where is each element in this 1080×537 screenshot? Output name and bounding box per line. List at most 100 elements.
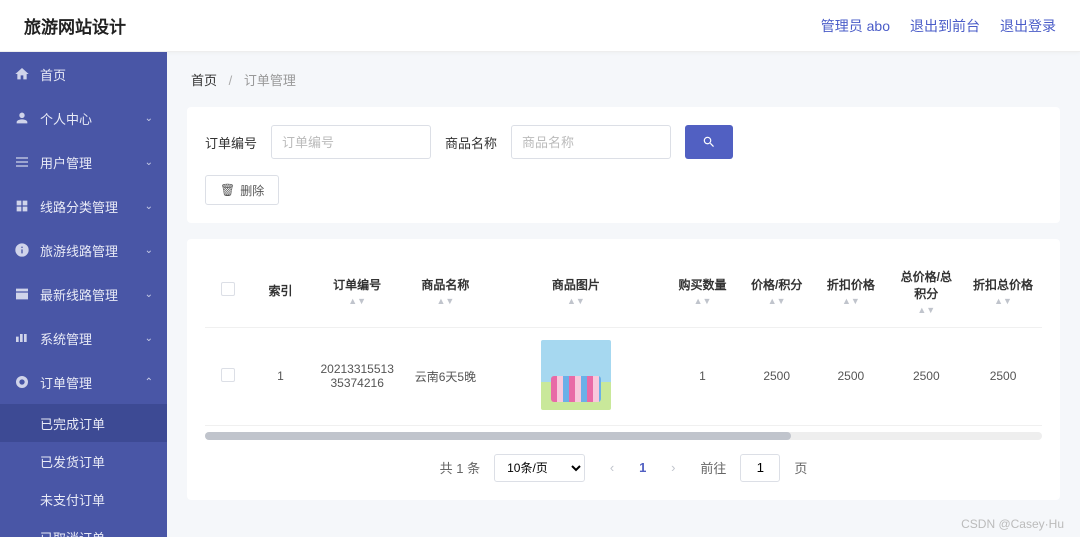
col-discount-total[interactable]: 折扣总价格▲▼	[965, 257, 1042, 327]
filter-card: 订单编号 商品名称 🗑 删除	[187, 107, 1060, 223]
home-icon	[14, 66, 30, 82]
cell-qty: 1	[665, 327, 739, 425]
cell-paytype: 现金	[1041, 327, 1042, 425]
table-scroll[interactable]: 索引 订单编号▲▼ 商品名称▲▼ 商品图片▲▼ 购买数量▲▼ 价格/积分▲▼ 折…	[205, 257, 1042, 426]
sidebar-item-home[interactable]: 首页	[0, 52, 167, 96]
sidebar-item-label: 订单管理	[40, 373, 92, 392]
breadcrumb-current: 订单管理	[244, 73, 296, 88]
chevron-down-icon: ⌄	[145, 157, 153, 168]
col-price[interactable]: 价格/积分▲▼	[740, 257, 814, 327]
col-discount-price[interactable]: 折扣价格▲▼	[814, 257, 888, 327]
chevron-down-icon: ⌄	[145, 113, 153, 124]
category-icon	[14, 198, 30, 214]
cell-total: 2500	[888, 327, 965, 425]
col-index[interactable]: 索引	[251, 257, 310, 327]
cell-index: 1	[251, 327, 310, 425]
horizontal-scrollbar[interactable]	[205, 432, 1042, 440]
filter-orderno-label: 订单编号	[205, 133, 257, 152]
col-checkbox[interactable]	[205, 257, 251, 327]
col-image[interactable]: 商品图片▲▼	[486, 257, 665, 327]
sort-icon: ▲▼	[413, 297, 479, 306]
sidebar-item-label: 系统管理	[40, 329, 92, 348]
sidebar-sub-shipped[interactable]: 已发货订单	[0, 442, 167, 480]
sort-icon: ▲▼	[673, 297, 731, 306]
search-button[interactable]	[685, 125, 733, 159]
users-icon	[14, 154, 30, 170]
delete-button[interactable]: 🗑 删除	[205, 175, 279, 205]
row-checkbox[interactable]	[221, 368, 235, 382]
sort-icon: ▲▼	[822, 297, 880, 306]
breadcrumb-sep: /	[229, 73, 233, 88]
table-card: 索引 订单编号▲▼ 商品名称▲▼ 商品图片▲▼ 购买数量▲▼ 价格/积分▲▼ 折…	[187, 239, 1060, 500]
chevron-down-icon: ⌄	[145, 289, 153, 300]
exit-front-link[interactable]: 退出到前台	[910, 16, 980, 36]
sidebar-sub-completed[interactable]: 已完成订单	[0, 404, 167, 442]
admin-link[interactable]: 管理员 abo	[821, 16, 890, 36]
sidebar-item-label: 首页	[40, 65, 66, 84]
pager-goto-prefix: 前往	[700, 458, 726, 477]
pager-current[interactable]: 1	[639, 460, 646, 475]
cell-product: 云南6天5晚	[405, 327, 487, 425]
sort-icon: ▲▼	[494, 297, 657, 306]
pager-goto-suffix: 页	[794, 458, 807, 477]
product-thumbnail	[541, 340, 611, 410]
sidebar-item-users[interactable]: 用户管理 ⌄	[0, 140, 167, 184]
order-icon	[14, 374, 30, 390]
search-icon	[702, 135, 716, 149]
watermark: CSDN @Casey·Hu	[961, 517, 1064, 531]
sidebar-item-system[interactable]: 系统管理 ⌄	[0, 316, 167, 360]
pager-goto-input[interactable]	[740, 454, 780, 482]
cell-price: 2500	[740, 327, 814, 425]
pager-size-select[interactable]: 10条/页	[494, 454, 585, 482]
topbar: 旅游网站设计 管理员 abo 退出到前台 退出登录	[0, 0, 1080, 52]
sidebar-item-orders[interactable]: 订单管理 ⌃	[0, 360, 167, 404]
sidebar-item-label: 个人中心	[40, 109, 92, 128]
breadcrumb: 首页 / 订单管理	[187, 52, 1060, 107]
sidebar-item-routes[interactable]: 旅游线路管理 ⌄	[0, 228, 167, 272]
chevron-down-icon: ⌄	[145, 333, 153, 344]
sidebar-item-label: 用户管理	[40, 153, 92, 172]
sidebar-sub-unpaid[interactable]: 未支付订单	[0, 480, 167, 518]
filter-orderno-input[interactable]	[271, 125, 431, 159]
cell-image	[486, 327, 665, 425]
col-qty[interactable]: 购买数量▲▼	[665, 257, 739, 327]
col-paytype[interactable]: 支付类型▲▼	[1041, 257, 1042, 327]
pager-next[interactable]: ›	[660, 455, 686, 481]
chevron-down-icon: ⌄	[145, 201, 153, 212]
pagination: 共 1 条 10条/页 ‹ 1 › 前往 页	[205, 454, 1042, 482]
user-icon	[14, 110, 30, 126]
cell-discount-total: 2500	[965, 327, 1042, 425]
sort-icon: ▲▼	[973, 297, 1034, 306]
sidebar-item-label: 最新线路管理	[40, 285, 118, 304]
col-orderno[interactable]: 订单编号▲▼	[310, 257, 405, 327]
table-row[interactable]: 1 2021331551335374216 云南6天5晚 1 2500 2500…	[205, 327, 1042, 425]
sidebar-sub-cancelled[interactable]: 已取消订单	[0, 518, 167, 537]
sidebar-item-category[interactable]: 线路分类管理 ⌄	[0, 184, 167, 228]
new-icon	[14, 286, 30, 302]
filter-product-input[interactable]	[511, 125, 671, 159]
sidebar-item-profile[interactable]: 个人中心 ⌄	[0, 96, 167, 140]
chevron-up-icon: ⌃	[145, 377, 153, 388]
sidebar-item-label: 旅游线路管理	[40, 241, 118, 260]
scrollbar-thumb[interactable]	[205, 432, 791, 440]
breadcrumb-home[interactable]: 首页	[191, 73, 217, 88]
table-header-row: 索引 订单编号▲▼ 商品名称▲▼ 商品图片▲▼ 购买数量▲▼ 价格/积分▲▼ 折…	[205, 257, 1042, 327]
sort-icon: ▲▼	[318, 297, 397, 306]
filter-product-label: 商品名称	[445, 133, 497, 152]
col-product[interactable]: 商品名称▲▼	[405, 257, 487, 327]
logout-link[interactable]: 退出登录	[1000, 16, 1056, 36]
sidebar: 首页 个人中心 ⌄ 用户管理 ⌄ 线路分类管理 ⌄ 旅游线路管理 ⌄ 最新线路管…	[0, 52, 167, 537]
pager-total: 共 1 条	[440, 458, 480, 477]
cell-discount-price: 2500	[814, 327, 888, 425]
sidebar-item-newroutes[interactable]: 最新线路管理 ⌄	[0, 272, 167, 316]
col-total[interactable]: 总价格/总积分▲▼	[888, 257, 965, 327]
pager-prev[interactable]: ‹	[599, 455, 625, 481]
cell-orderno: 2021331551335374216	[310, 327, 405, 425]
app-title: 旅游网站设计	[24, 13, 126, 38]
chevron-down-icon: ⌄	[145, 245, 153, 256]
sort-icon: ▲▼	[748, 297, 806, 306]
trash-icon: 🗑	[220, 183, 235, 197]
main-content: 首页 / 订单管理 订单编号 商品名称 🗑 删除	[167, 52, 1080, 537]
orders-table: 索引 订单编号▲▼ 商品名称▲▼ 商品图片▲▼ 购买数量▲▼ 价格/积分▲▼ 折…	[205, 257, 1042, 426]
system-icon	[14, 330, 30, 346]
